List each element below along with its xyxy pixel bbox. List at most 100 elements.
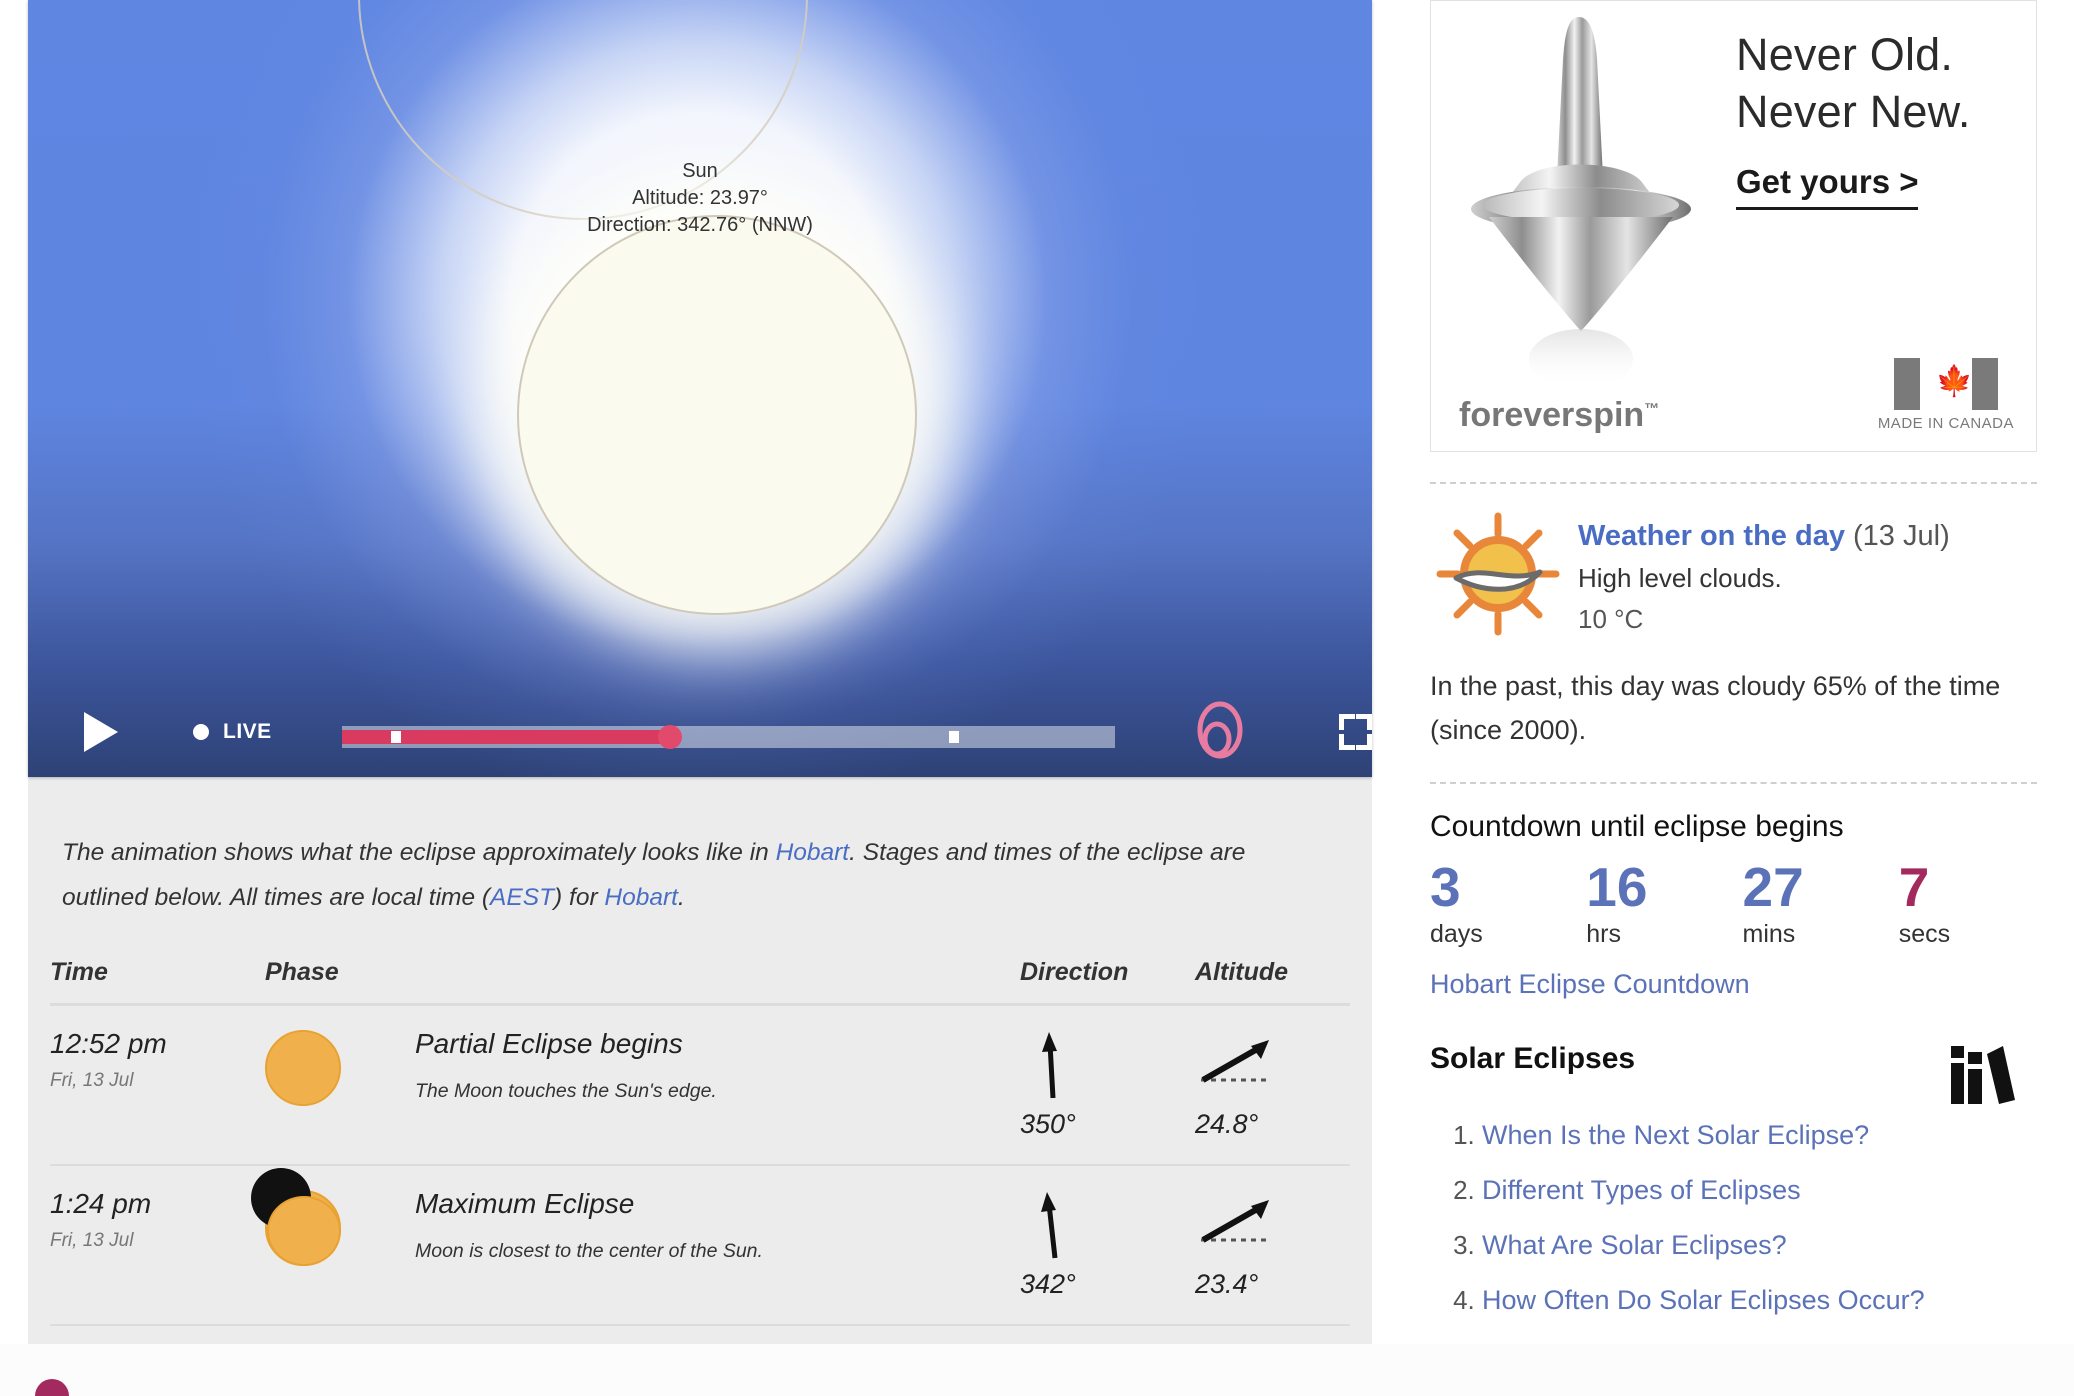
link-hobart-1[interactable]: Hobart [776,839,850,866]
countdown-unit-secs: 7 secs [1899,858,2055,949]
spiral-icon[interactable] [1193,701,1247,764]
made-in-canada-badge: 🍁 MADE IN CANADA [1878,358,2014,433]
row-date: Fri, 13 Jul [50,1230,134,1251]
row-direction-value: 342° [1020,1269,1076,1299]
countdown-unit-hrs: 16 hrs [1586,858,1742,949]
cell-phase-icon [251,1165,415,1326]
cell-direction: 342° [1020,1165,1195,1326]
eclipse-animation-stage[interactable]: Sun Altitude: 23.97° Direction: 342.76° … [28,0,1372,777]
cell-time: 1:24 pm Fri, 13 Jul [50,1165,265,1326]
row-altitude-value: 24.8° [1195,1109,1259,1139]
cell-altitude: 23.4° [1195,1165,1350,1326]
row-date: Fri, 13 Jul [50,1070,134,1091]
row-phase-desc: The Moon touches the Sun's edge. [415,1080,717,1102]
header-phase-description [415,950,1020,1006]
weather-text-block: Weather on the day (13 Jul) High level c… [1578,510,1950,635]
sun-altitude: Altitude: 23.97° [632,187,768,209]
play-icon[interactable] [84,712,118,752]
books-icon [1951,1042,2015,1104]
sun-direction: Direction: 342.76° (NNW) [587,214,813,236]
weather-on-the-day-link[interactable]: Weather on the day [1578,520,1845,552]
eclipse-stages-table: Time Phase Direction Altitude 12:52 pm F… [50,950,1350,1396]
countdown-section: Countdown until eclipse begins 3 days 16… [1430,810,2055,1000]
advertisement-banner[interactable]: Never Old. Never New. Get yours > foreve… [1430,0,2037,452]
countdown-secs-label: secs [1898,920,1951,948]
countdown-hrs-value: 16 [1586,856,1648,918]
live-button[interactable]: LIVE [193,720,272,744]
phase-icon-maximum [251,1168,341,1266]
countdown-mins-label: mins [1742,920,1796,948]
solar-eclipse-link-4[interactable]: How Often Do Solar Eclipses Occur? [1482,1285,1925,1315]
row-altitude-value: 23.4° [1195,1269,1259,1299]
eclipse-details-block: The animation shows what the eclipse app… [28,777,1372,1396]
row-time: 1:24 pm [50,1188,152,1219]
sun-disc [517,215,917,615]
divider-1 [1430,482,2037,484]
sun-info-label: Sun Altitude: 23.97° Direction: 342.76° … [28,158,1372,239]
cell-phase-text: Partial Eclipse begins The Moon touches … [415,1004,1020,1166]
row-phase-desc: Moon is closest to the center of the Sun… [415,1240,763,1262]
table-row: 1:24 pm Fri, 13 Jul Maximum Eclipse Moon… [50,1165,1350,1326]
solar-eclipse-link-3[interactable]: What Are Solar Eclipses? [1482,1230,1787,1260]
main-column: Sun Altitude: 23.97° Direction: 342.76° … [28,0,1372,1396]
scrubber-tick-end [949,731,960,743]
countdown-secs-value: 7 [1898,856,1930,918]
weather-section: Weather on the day (13 Jul) High level c… [1430,510,2055,638]
sun-with-clouds-icon [1434,510,1562,638]
altitude-arrow-icon [1201,1040,1269,1083]
timeline-scrubber[interactable] [341,719,1115,749]
live-dot-icon [193,724,209,740]
row-phase-title: Partial Eclipse begins [415,1028,683,1059]
link-aest[interactable]: AEST [490,884,554,911]
row-phase-title: Maximum Eclipse [415,1188,635,1219]
ad-headline-2: Never New. [1736,86,1971,137]
header-time: Time [50,950,265,1006]
countdown-unit-days: 3 days [1430,858,1586,949]
weather-title-line: Weather on the day (13 Jul) [1578,520,1950,553]
hobart-eclipse-countdown-link[interactable]: Hobart Eclipse Countdown [1430,969,2055,1000]
weather-history-note: In the past, this day was cloudy 65% of … [1430,671,2001,745]
ad-brand-name: foreverspin [1459,396,1645,434]
direction-arrow-icon [1042,1032,1057,1099]
cell-time: 12:52 pm Fri, 13 Jul [50,1004,265,1166]
solar-eclipses-header: Solar Eclipses [1430,1042,2055,1104]
weather-temperature: 10 °C [1578,604,1644,634]
player-controls-bar: LIVE [28,687,1372,777]
list-item: Different Types of Eclipses [1482,1175,2055,1206]
page-bottom-strip [0,1344,2074,1396]
list-item: What Are Solar Eclipses? [1482,1230,2055,1261]
altitude-arrow-icon [1201,1200,1269,1243]
countdown-hrs-label: hrs [1586,920,1621,948]
divider-2 [1430,782,2037,784]
made-in-canada-label: MADE IN CANADA [1877,415,2014,432]
cell-phase-icon [265,1004,415,1166]
sun-name: Sun [682,160,718,182]
fullscreen-icon[interactable] [1338,714,1372,750]
cell-phase-text: Maximum Eclipse Moon is closest to the c… [415,1165,1020,1326]
solar-eclipses-title: Solar Eclipses [1430,1042,1636,1075]
countdown-title: Countdown until eclipse begins [1430,810,1844,843]
solar-eclipses-section: Solar Eclipses When Is the Next Solar Ec… [1430,1042,2055,1316]
animation-description: The animation shows what the eclipse app… [50,830,1350,926]
page-root: Sun Altitude: 23.97° Direction: 342.76° … [0,0,2074,1396]
right-sidebar: Never Old. Never New. Get yours > foreve… [1430,0,2055,1340]
countdown-values-row: 3 days 16 hrs 27 mins 7 secs [1430,858,2055,949]
header-direction: Direction [1020,950,1195,1006]
table-row: 12:52 pm Fri, 13 Jul Partial Eclipse beg… [50,1004,1350,1166]
canada-flag-icon: 🍁 [1893,358,1998,410]
row-direction-value: 350° [1020,1109,1076,1139]
solar-eclipse-link-1[interactable]: When Is the Next Solar Eclipse? [1482,1120,1869,1150]
link-hobart-2[interactable]: Hobart [604,884,678,911]
direction-arrow-icon [1041,1192,1058,1259]
spinning-top-image [1471,17,1691,389]
desc-part-4: . [677,883,685,911]
list-item: How Often Do Solar Eclipses Occur? [1482,1285,2055,1316]
ad-headline-1: Never Old. [1736,29,1954,80]
ad-cta-link[interactable]: Get yours > [1736,163,1919,210]
solar-eclipse-link-2[interactable]: Different Types of Eclipses [1482,1175,1801,1205]
table-header-row: Time Phase Direction Altitude [50,950,1350,1006]
countdown-mins-value: 27 [1742,856,1804,918]
header-altitude: Altitude [1195,950,1350,1006]
phase-icon-partial-begin [265,1030,341,1106]
cell-direction: 350° [1020,1004,1195,1166]
